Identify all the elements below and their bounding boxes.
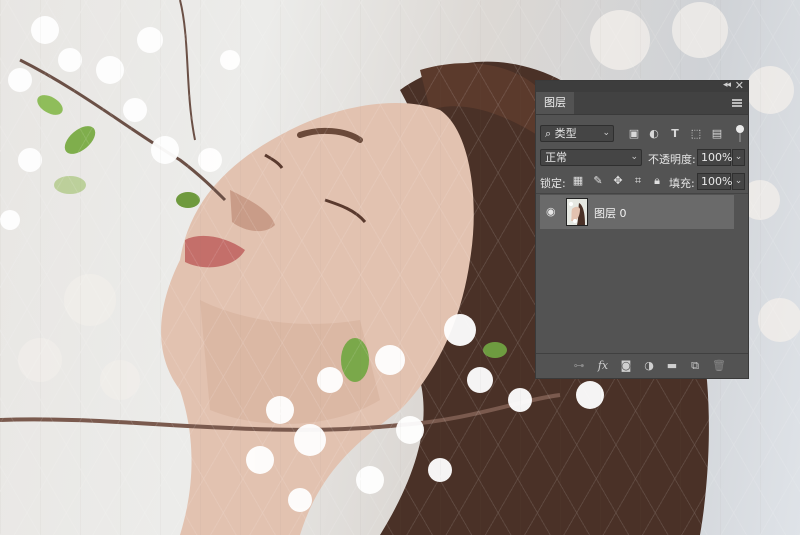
chevron-down-icon: ⌄ <box>630 152 638 162</box>
pixel-filter-icon[interactable]: ▣ <box>628 128 640 140</box>
fx-icon[interactable]: fx <box>596 359 610 373</box>
fill-chevron-icon[interactable]: ⌄ <box>732 173 745 190</box>
blend-mode-dropdown[interactable]: 正常 ⌄ <box>540 149 642 166</box>
shape-filter-icon[interactable]: ⬚ <box>690 128 702 140</box>
group-icon[interactable]: ▬ <box>665 359 679 373</box>
link-icon[interactable]: ⊶ <box>572 359 586 373</box>
divider <box>536 193 748 194</box>
filter-kind-value: 类型 <box>554 127 577 140</box>
layers-panel: ◂◂ ✕ 图层 ⌕ 类型 ⌄ ▣ ◐ T ⬚ ▤ 正常 ⌄ 不透明度: 100%… <box>535 79 749 379</box>
layer-filter-row: ⌕ 类型 ⌄ ▣ ◐ T ⬚ ▤ <box>536 123 748 145</box>
lock-transparent-icon[interactable]: ▦ <box>572 175 584 187</box>
lock-position-icon[interactable]: ✥ <box>612 175 624 187</box>
chevron-down-icon: ⌄ <box>602 128 610 138</box>
tab-layers[interactable]: 图层 <box>536 92 574 114</box>
opacity-label: 不透明度: <box>648 153 696 166</box>
thumbnail-image <box>567 199 587 225</box>
adjustment-icon[interactable]: ◑ <box>642 359 656 373</box>
lock-artboard-icon[interactable]: ⌗ <box>632 175 644 187</box>
panel-footer: ⊶ fx ◙ ◑ ▬ ⧉ 🗑︎ <box>536 353 748 378</box>
fill-label: 填充: <box>669 177 695 190</box>
lock-pixels-icon[interactable]: ✎ <box>592 175 604 187</box>
panel-menu-icon[interactable] <box>732 99 742 107</box>
fill-input[interactable]: 100% <box>697 173 732 190</box>
adjustment-filter-icon[interactable]: ◐ <box>648 128 660 140</box>
filter-kind-dropdown[interactable]: ⌕ 类型 ⌄ <box>540 125 614 142</box>
search-icon: ⌕ <box>545 127 552 140</box>
new-layer-icon[interactable]: ⧉ <box>688 359 702 373</box>
layer-row[interactable]: ◉ 图层 0 <box>540 195 734 229</box>
blend-mode-value: 正常 <box>545 151 567 164</box>
eye-icon[interactable]: ◉ <box>546 206 558 218</box>
lock-row: 锁定: ▦ ✎ ✥ ⌗ 🔒︎ 填充: 100% ⌄ <box>536 171 748 193</box>
smart-object-filter-icon[interactable]: ▤ <box>711 128 723 140</box>
blend-row: 正常 ⌄ 不透明度: 100% ⌄ <box>536 147 748 169</box>
filter-toggle[interactable] <box>736 125 744 133</box>
layer-name[interactable]: 图层 0 <box>594 205 627 221</box>
panel-title-bar[interactable]: ◂◂ ✕ <box>536 79 748 92</box>
type-filter-icon[interactable]: T <box>669 128 681 140</box>
lock-all-icon[interactable]: 🔒︎ <box>651 175 663 187</box>
lock-label: 锁定: <box>540 177 566 190</box>
layer-thumbnail <box>566 198 588 226</box>
collapse-icon[interactable]: ◂◂ <box>723 80 731 90</box>
opacity-input[interactable]: 100% <box>697 149 732 166</box>
filter-toggle-bar <box>739 133 741 142</box>
panel-tab-row: 图层 <box>536 92 748 115</box>
opacity-chevron-icon[interactable]: ⌄ <box>732 149 745 166</box>
close-icon[interactable]: ✕ <box>735 79 744 92</box>
mask-icon[interactable]: ◙ <box>619 359 633 373</box>
delete-icon[interactable]: 🗑︎ <box>712 359 726 373</box>
